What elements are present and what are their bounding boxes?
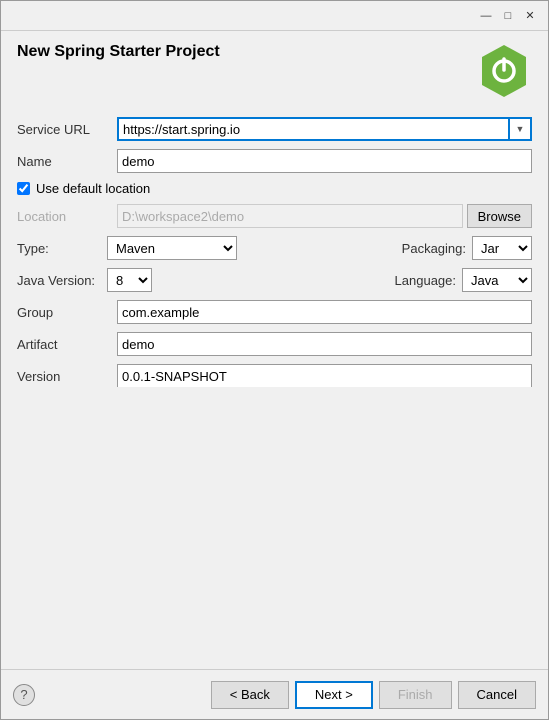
page-title: New Spring Starter Project [17, 43, 220, 61]
group-label: Group [17, 305, 117, 320]
packaging-label: Packaging: [402, 241, 466, 256]
service-url-dropdown-button[interactable]: ▼ [510, 117, 532, 141]
main-window: — □ ✕ New Spring Starter Project [0, 0, 549, 720]
minimize-button[interactable]: — [476, 6, 496, 26]
type-label: Type: [17, 241, 107, 256]
use-default-location-checkbox[interactable] [17, 182, 30, 195]
java-version-group: Java Version: 8 11 17 [17, 268, 275, 292]
location-label: Location [17, 209, 117, 224]
java-version-label: Java Version: [17, 273, 107, 288]
type-select[interactable]: Maven Gradle [107, 236, 237, 260]
footer-left: ? [13, 684, 35, 706]
service-url-row: Service URL ▼ [17, 117, 532, 141]
help-button[interactable]: ? [13, 684, 35, 706]
java-language-row: Java Version: 8 11 17 Language: Java Kot… [17, 268, 532, 292]
group-input[interactable] [117, 300, 532, 324]
location-input[interactable] [117, 204, 463, 228]
artifact-row: Artifact [17, 332, 532, 356]
name-input[interactable] [117, 149, 532, 173]
version-input[interactable] [117, 364, 532, 387]
language-select[interactable]: Java Kotlin Groovy [462, 268, 532, 292]
form-area: Service URL ▼ Name Use default location … [17, 117, 532, 387]
type-group: Type: Maven Gradle [17, 236, 275, 260]
use-default-location-row: Use default location [17, 181, 532, 196]
back-button[interactable]: < Back [211, 681, 289, 709]
finish-button[interactable]: Finish [379, 681, 452, 709]
title-bar-controls: — □ ✕ [476, 6, 540, 26]
type-packaging-row: Type: Maven Gradle Packaging: Jar War [17, 236, 532, 260]
artifact-input[interactable] [117, 332, 532, 356]
version-row: Version [17, 364, 532, 387]
title-bar: — □ ✕ [1, 1, 548, 31]
maximize-button[interactable]: □ [498, 6, 518, 26]
version-label: Version [17, 369, 117, 384]
service-url-field-container: ▼ [117, 117, 532, 141]
use-default-location-label: Use default location [36, 181, 150, 196]
browse-button[interactable]: Browse [467, 204, 532, 228]
content-area: New Spring Starter Project Service URL [1, 31, 548, 669]
artifact-label: Artifact [17, 337, 117, 352]
packaging-group: Packaging: Jar War [275, 236, 533, 260]
packaging-select[interactable]: Jar War [472, 236, 532, 260]
next-button[interactable]: Next > [295, 681, 373, 709]
spring-logo [476, 43, 532, 99]
language-label: Language: [395, 273, 456, 288]
footer-right: < Back Next > Finish Cancel [211, 681, 536, 709]
name-row: Name [17, 149, 532, 173]
service-url-input[interactable] [117, 117, 510, 141]
name-label: Name [17, 154, 117, 169]
group-row: Group [17, 300, 532, 324]
service-url-label: Service URL [17, 122, 117, 137]
java-version-select[interactable]: 8 11 17 [107, 268, 152, 292]
footer: ? < Back Next > Finish Cancel [1, 669, 548, 719]
location-row: Location Browse [17, 204, 532, 228]
close-button[interactable]: ✕ [520, 6, 540, 26]
header-row: New Spring Starter Project [17, 43, 532, 99]
language-group: Language: Java Kotlin Groovy [275, 268, 533, 292]
cancel-button[interactable]: Cancel [458, 681, 536, 709]
